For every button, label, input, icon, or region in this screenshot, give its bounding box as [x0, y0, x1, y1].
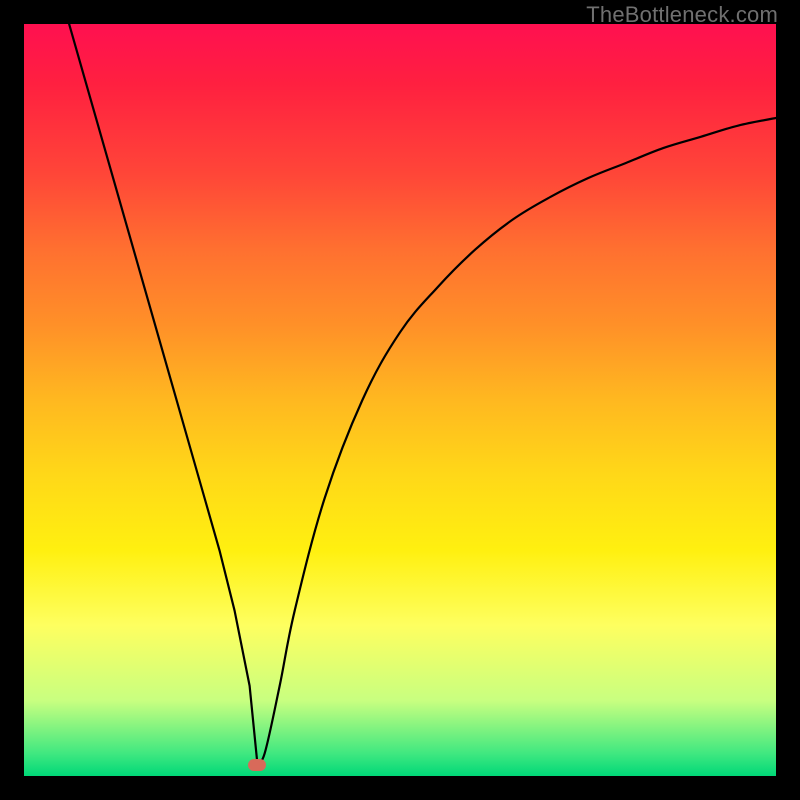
watermark-text: TheBottleneck.com — [586, 2, 778, 28]
bottleneck-curve — [24, 24, 776, 776]
chart-frame: TheBottleneck.com — [0, 0, 800, 800]
optimum-marker — [248, 759, 266, 771]
